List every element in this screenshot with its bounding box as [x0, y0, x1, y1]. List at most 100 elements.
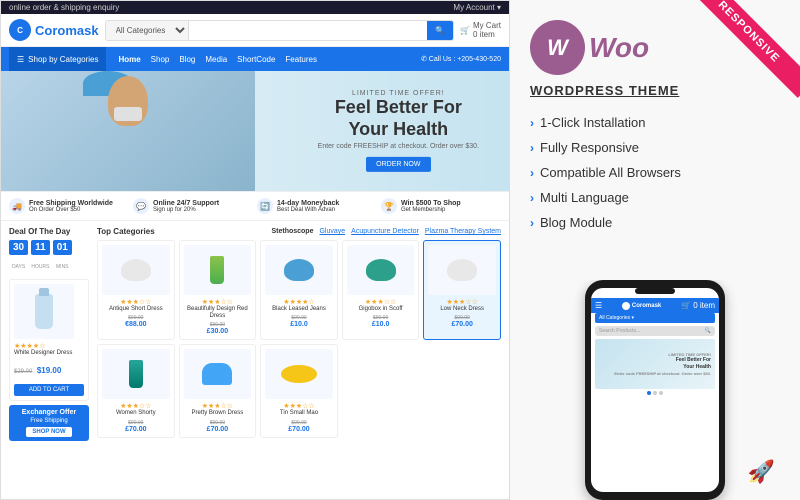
list-item[interactable]: ★★★☆☆ Gigobox in Scoff $90.00 £10.0	[342, 240, 420, 340]
chevron-icon-5: ›	[530, 216, 534, 230]
cart-info: My Cart 0 item	[473, 21, 501, 39]
product-price: £30.00	[184, 328, 252, 335]
hero-order-btn[interactable]: ORDER NOW	[366, 157, 430, 172]
chevron-icon-4: ›	[530, 191, 534, 205]
feature-membership: 🏆 Win $500 To Shop Get Membership	[381, 198, 501, 214]
product-price: €88.00	[102, 321, 170, 328]
deal-rating: ★★★★☆	[14, 342, 84, 350]
hero-section: LIMITED TIME OFFER! Feel Better For Your…	[1, 71, 509, 191]
phone-menu-icon: ☰	[595, 301, 602, 310]
phone-logo: Coromask	[622, 302, 661, 310]
deal-sidebar: Deal Of The Day 30 DAYS 11 HOURS 01 MINS	[9, 227, 89, 441]
list-item[interactable]: ★★★☆☆ Pretty Brown Dress $90.00 £70.00	[179, 344, 257, 437]
nav-media[interactable]: Media	[205, 55, 227, 64]
hero-image	[1, 71, 255, 191]
product-name: Low Neck Dress	[428, 306, 496, 313]
chevron-icon-1: ›	[530, 116, 534, 130]
phone-hero: LIMITED TIME OFFER! Feel Better ForYour …	[595, 339, 715, 389]
product-rating: ★★★☆☆	[428, 298, 496, 306]
deal-timer: 30 DAYS 11 HOURS 01 MINS	[9, 240, 89, 273]
offer-title: Exchanger Offer	[13, 409, 85, 416]
feature-item-3: › Compatible All Browsers	[530, 160, 780, 185]
feature-label-3: Compatible All Browsers	[540, 165, 681, 180]
top-bar-left: online order & shipping enquiry	[9, 3, 119, 12]
info-panel: RESPONSIVE W Woo WORDPRESS THEME › 1-Cli…	[510, 0, 800, 500]
wp-theme-label: WORDPRESS THEME	[530, 83, 780, 98]
list-item[interactable]: ★★★☆☆ Women Shorty $90.00 £70.00	[97, 344, 175, 437]
category-select[interactable]: All Categories	[106, 21, 189, 40]
phone-dots	[591, 391, 719, 395]
shop-now-btn[interactable]: SHOP NOW	[26, 427, 71, 437]
product-image	[102, 245, 170, 295]
list-item[interactable]: ★★★☆☆ Beautifully Design Red Dress $90.0…	[179, 240, 257, 340]
product-price: £10.0	[347, 321, 415, 328]
list-item[interactable]: ★★★☆☆ Tin Small Mao $90.00 £70.00	[260, 344, 338, 437]
product-name: Antique Short Dress	[102, 306, 170, 313]
product-name: Women Shorty	[102, 410, 170, 417]
tab-acupuncture[interactable]: Acupuncture Detector	[351, 228, 419, 235]
hero-content: LIMITED TIME OFFER! Feel Better For Your…	[318, 90, 479, 172]
list-item[interactable]: ★★★☆☆ Low Neck Dress $90.00 £70.00	[423, 240, 501, 340]
feature-support-text: Online 24/7 Support Sign up for 20%	[153, 200, 219, 213]
search-input[interactable]	[189, 21, 427, 40]
category-tabs: Stethoscope Gluvaye Acupuncture Detector…	[271, 228, 501, 235]
shipping-icon: 🚚	[9, 198, 25, 214]
product-name: Beautifully Design Red Dress	[184, 306, 252, 320]
feature-shipping-text: Free Shipping Worldwide On Order Over $5…	[29, 200, 113, 213]
nav-blog[interactable]: Blog	[179, 55, 195, 64]
logo: C Coromask	[9, 19, 99, 41]
product-price: £10.0	[265, 321, 333, 328]
exchange-offer: Exchanger Offer Free Shipping SHOP NOW	[9, 405, 89, 441]
hero-subtitle: Enter code FREESHIP at checkout. Order o…	[318, 143, 479, 150]
product-rating: ★★★☆☆	[102, 298, 170, 306]
nav-features[interactable]: Features	[285, 55, 317, 64]
logo-text: Coromask	[35, 23, 99, 38]
feature-item-2: › Fully Responsive	[530, 135, 780, 160]
offer-desc: Free Shipping	[13, 418, 85, 424]
tab-stethoscope[interactable]: Stethoscope	[271, 228, 313, 235]
product-name: Gigobox in Scoff	[347, 306, 415, 313]
search-bar[interactable]: All Categories 🔍	[105, 20, 454, 41]
products-grid: ★★★☆☆ Antique Short Dress $90.00 €88.00 …	[97, 240, 501, 438]
product-rating: ★★★☆☆	[102, 402, 170, 410]
nav-shortcode[interactable]: ShortCode	[237, 55, 275, 64]
product-name: Black Leased Jeans	[265, 306, 333, 313]
add-to-cart-button[interactable]: ADD TO CART	[14, 384, 84, 396]
product-price: £70.00	[265, 426, 333, 433]
nav-home[interactable]: Home	[118, 55, 140, 64]
feature-item-5: › Blog Module	[530, 210, 780, 235]
phone-category-select: All Categories ▾	[595, 313, 715, 323]
phone-screen: ☰ Coromask 🛒 0 item All Categories ▾ Sea…	[591, 288, 719, 492]
feature-label-4: Multi Language	[540, 190, 629, 205]
product-image	[265, 349, 333, 399]
list-item[interactable]: ★★★★☆ Black Leased Jeans $90.00 £10.0	[260, 240, 338, 340]
nav-categories-label: Shop by Categories	[28, 55, 98, 64]
product-image	[102, 349, 170, 399]
list-item[interactable]: ★★★☆☆ Antique Short Dress $90.00 €88.00	[97, 240, 175, 340]
product-rating: ★★★☆☆	[265, 402, 333, 410]
tab-plazma[interactable]: Plazma Therapy System	[425, 228, 501, 235]
chevron-icon-2: ›	[530, 141, 534, 155]
nav-links: Home Shop Blog Media ShortCode Features	[118, 55, 317, 64]
dot-1	[647, 391, 651, 395]
deal-price-old: $29.00	[14, 369, 32, 375]
logo-icon: C	[9, 19, 31, 41]
product-rating: ★★★☆☆	[347, 298, 415, 306]
product-image	[428, 245, 496, 295]
phone-frame: ☰ Coromask 🛒 0 item All Categories ▾ Sea…	[585, 280, 725, 500]
search-button[interactable]: 🔍	[427, 21, 453, 40]
membership-icon: 🏆	[381, 198, 397, 214]
top-bar-right: My Account ▾	[453, 3, 501, 12]
feature-label-2: Fully Responsive	[540, 140, 639, 155]
feature-item-1: › 1-Click Installation	[530, 110, 780, 135]
support-icon: 💬	[133, 198, 149, 214]
phone-search-icon: 🔍	[705, 328, 711, 334]
nav-categories[interactable]: ☰ Shop by Categories	[9, 47, 106, 71]
timer-days: 30 DAYS	[9, 240, 28, 273]
woo-text: Woo	[589, 32, 649, 64]
deal-product-image	[14, 284, 74, 339]
features-list: › 1-Click Installation › Fully Responsiv…	[530, 110, 780, 235]
cart-label: My Cart	[473, 21, 501, 30]
nav-shop[interactable]: Shop	[151, 55, 170, 64]
tab-gluvaye[interactable]: Gluvaye	[319, 228, 345, 235]
